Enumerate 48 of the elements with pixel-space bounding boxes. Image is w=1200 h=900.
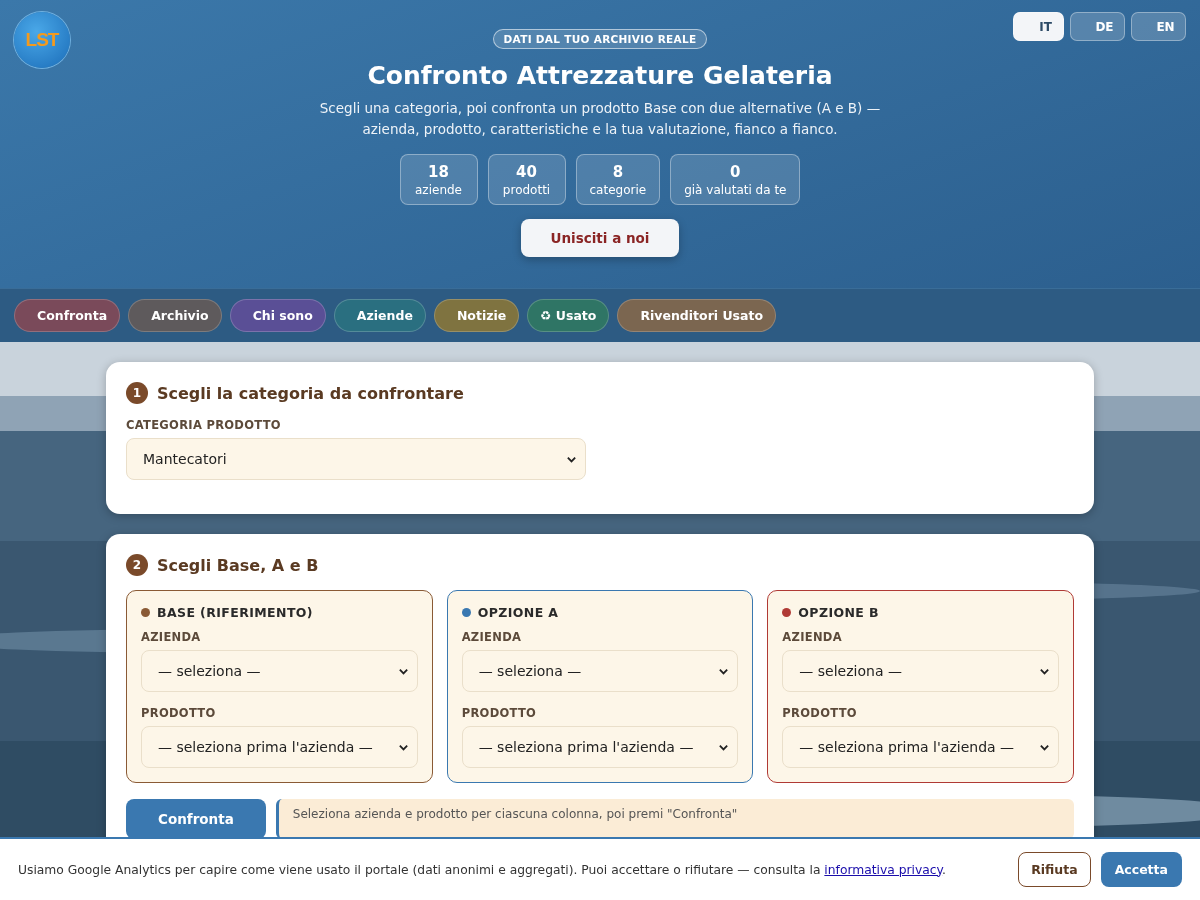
select-field[interactable]: — seleziona prima l'azienda —	[461, 726, 739, 768]
select-field[interactable]: — seleziona prima l'azienda —	[141, 726, 418, 768]
stat-label: categorie	[589, 183, 647, 197]
field-label: PRODOTTO	[461, 706, 538, 720]
language-button[interactable]: IT	[1013, 12, 1064, 41]
stat-value: 8	[611, 163, 625, 181]
accept-button[interactable]: Accetta	[1100, 852, 1182, 887]
nav-button[interactable]: Notizie	[433, 299, 520, 332]
stat-value: 0	[729, 163, 742, 181]
hint-message: Seleziona azienda e prodotto per ciascuna colonna, poi premi "Confronta"	[275, 799, 1074, 839]
join-button[interactable]: Unisciti a noi	[520, 219, 680, 257]
field-label: AZIENDA	[461, 630, 523, 644]
panel-title: BASE (RIFERIMENTO)	[157, 605, 313, 620]
stat-value: 40	[515, 163, 538, 181]
step-number: 1	[126, 382, 148, 404]
panel-title: OPZIONE A	[477, 605, 559, 620]
stat-label: aziende	[414, 183, 463, 197]
cookie-text: Usiamo Google Analytics per capire come viene usato il portale (dati anonimi e aggregati). Puoi accettare o rifiutare — consulta la informativa privacy.	[18, 862, 948, 877]
field-label: CATEGORIA PRODOTTO	[126, 418, 282, 432]
step-title: Scegli Base, A e B	[157, 555, 319, 575]
reject-button[interactable]: Rifiuta	[1018, 852, 1091, 887]
field-label: PRODOTTO	[782, 706, 858, 720]
select-field[interactable]: — seleziona —	[461, 650, 739, 692]
nav-button[interactable]: Confronta	[14, 299, 121, 332]
stat-value: 18	[427, 163, 450, 181]
nav-button[interactable]: Aziende	[333, 299, 426, 332]
select-field[interactable]: — seleziona —	[782, 650, 1059, 692]
select-field[interactable]: Mantecatori	[126, 438, 586, 480]
field-label: AZIENDA	[141, 630, 202, 644]
field-label: AZIENDA	[782, 630, 843, 644]
nav-button[interactable]: Chi sono	[229, 299, 326, 332]
header-badge: DATI DAL TUO ARCHIVIO REALE	[492, 29, 708, 49]
stat-label: già valutati da te	[684, 183, 787, 197]
nav-button[interactable]: Rivenditori Usato	[617, 299, 777, 332]
step-number: 2	[126, 554, 148, 576]
language-button[interactable]: DE	[1070, 12, 1125, 41]
language-button[interactable]: EN	[1131, 12, 1186, 41]
step-title: Scegli la categoria da confrontare	[157, 383, 464, 403]
select-field[interactable]: — seleziona —	[141, 650, 418, 692]
field-label: PRODOTTO	[141, 706, 217, 720]
nav-button[interactable]: Archivio	[128, 299, 222, 332]
nav-button[interactable]: ♻ Usato	[527, 299, 610, 332]
compare-button[interactable]: Confronta	[126, 799, 266, 839]
page-title: Confronto Attrezzature Gelateria	[367, 61, 833, 90]
panel-title: OPZIONE B	[798, 605, 879, 620]
select-field[interactable]: — seleziona prima l'azienda —	[782, 726, 1059, 768]
page-subtitle: Scegli una categoria, poi confronta un prodotto Base con due alternative (A e B) — azienda, prodotto, caratteristiche e la tua valutazione, fianco a fianco.	[318, 99, 882, 139]
stat-label: prodotti	[501, 183, 552, 197]
